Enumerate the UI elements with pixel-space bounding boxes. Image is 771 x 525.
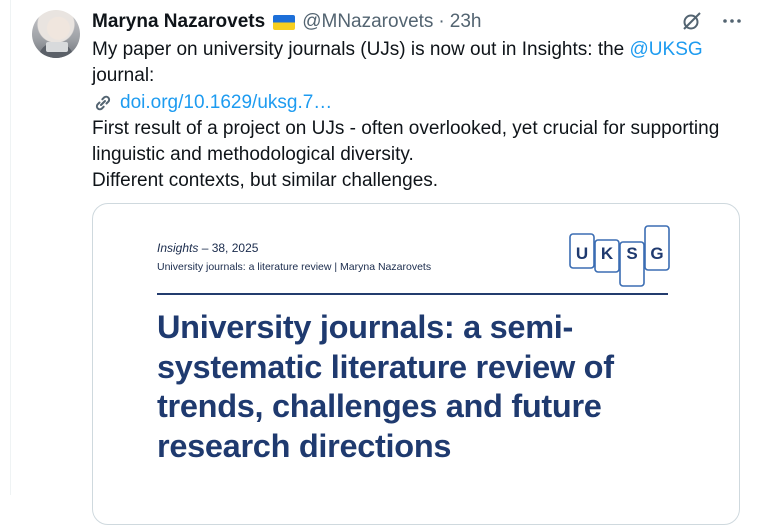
timeline-border	[10, 0, 11, 495]
ukraine-flag-icon	[273, 14, 296, 30]
link-icon	[92, 92, 114, 114]
uksg-logo: U K S G	[569, 225, 670, 287]
more-icon[interactable]	[721, 10, 743, 32]
avatar-laptop	[46, 42, 68, 52]
paper-title: University journals: a semi-systematic l…	[157, 309, 614, 464]
tweet-text: My paper on university journals (UJs) is…	[92, 37, 752, 195]
journal-volume: – 38, 2025	[198, 241, 259, 255]
logo-letter-g: G	[650, 244, 663, 263]
logo-letter-u: U	[576, 244, 588, 263]
tweet-top-actions	[681, 10, 743, 32]
tweet-text-intro: My paper on university journals (UJs) is…	[92, 39, 630, 60]
running-header: University journals: a literature review…	[157, 261, 432, 273]
journal-name: Insights	[157, 241, 199, 255]
tweet-header: Maryna Nazarovets @MNazarovets · 23h	[92, 8, 481, 36]
header-divider	[157, 293, 668, 295]
mention-link[interactable]: @UKSG	[630, 39, 703, 60]
tweet-line-2: journal:	[92, 65, 155, 87]
journal-issue: Insights – 38, 2025	[157, 241, 258, 255]
media-card[interactable]: Insights – 38, 2025 University journals:…	[92, 203, 740, 525]
timestamp[interactable]: 23h	[450, 11, 482, 33]
grok-icon[interactable]	[681, 10, 703, 32]
author-name[interactable]: Maryna Nazarovets	[92, 11, 265, 33]
author-handle[interactable]: @MNazarovets	[302, 11, 433, 33]
avatar[interactable]	[32, 10, 80, 58]
tweet-line-4: First result of a project on UJs - often…	[92, 117, 720, 166]
logo-letter-k: K	[601, 244, 614, 263]
separator-dot: ·	[438, 11, 445, 32]
doi-link[interactable]: doi.org/10.1629/uksg.7…	[120, 90, 332, 116]
logo-letter-s: S	[626, 244, 637, 263]
tweet-line-1: My paper on university journals (UJs) is…	[92, 37, 752, 63]
doi-link-row[interactable]: doi.org/10.1629/uksg.7…	[92, 90, 752, 116]
tweet-line-5: Different contexts, but similar challeng…	[92, 170, 439, 192]
